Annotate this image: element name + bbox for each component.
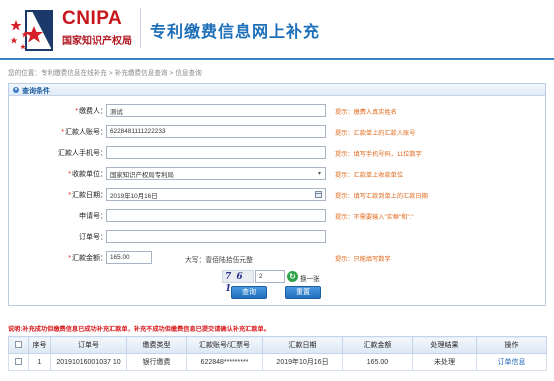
order-info-link[interactable]: 订单信息 <box>498 359 526 366</box>
receiver-row: *收款单位： 国家知识产权局专利局 ▾ 提示：汇款单上收款单位 <box>9 166 545 182</box>
payer-hint: 提示：缴费人真实姓名 <box>335 109 397 116</box>
captcha-image[interactable]: 7 6 1 <box>222 270 254 294</box>
row-checkbox[interactable] <box>15 358 22 366</box>
refresh-captcha-link[interactable]: 换一张 <box>300 273 320 283</box>
cell-type: 银行缴费 <box>126 353 187 371</box>
date-value: 2019年10月16日 <box>110 193 158 200</box>
column-header: 序号 <box>28 336 51 354</box>
payer-input[interactable]: 测试 <box>106 104 326 117</box>
amount-in-words: 大写：壹佰陆拾伍元整 <box>185 257 253 264</box>
date-label: *汇款日期： <box>68 192 107 199</box>
account-hint: 提示：汇款单上的汇款人账号 <box>335 130 416 137</box>
cnipa-logo-icon <box>10 10 53 51</box>
site-title: 专利缴费信息网上补充 <box>150 24 321 41</box>
payer-row: *缴费人： 测试 提示：缴费人真实姓名 <box>9 103 545 119</box>
application-no-row: 申请号： 提示：不需要输入"实框"和"." <box>9 208 545 224</box>
date-hint: 提示：填写汇款到单上的汇款日期 <box>335 193 428 200</box>
notice-text: 说明:补充成功但缴费信息已成功补充汇款单，补充不成功但缴费信息已提交请确认补充汇… <box>8 326 270 333</box>
application-no-input[interactable] <box>106 209 326 222</box>
account-input[interactable]: 6228481111222233 <box>106 125 326 138</box>
receiver-selected-value: 国家知识产权局专利局 <box>110 172 174 179</box>
select-all-checkbox[interactable] <box>15 341 22 349</box>
receiver-select[interactable]: 国家知识产权局专利局 ▾ <box>106 167 326 180</box>
column-header: 订单号 <box>50 336 127 354</box>
query-panel-title: 查询条件 <box>22 88 50 95</box>
application-no-hint: 提示：不需要输入"实框"和"." <box>335 214 414 221</box>
account-row: *汇款人账号： 6228481111222233 提示：汇款单上的汇款人账号 <box>9 124 545 140</box>
cell-amount: 165.00 <box>342 353 413 371</box>
select-all-cell <box>8 336 29 354</box>
cell-status: 未处理 <box>412 353 477 371</box>
order-no-row: 订单号： <box>9 229 545 245</box>
breadcrumb-item[interactable]: 补充缴费信息查询 <box>115 70 168 77</box>
account-label: *汇款人账号： <box>61 129 107 136</box>
query-panel-header: 查询条件 <box>9 84 545 96</box>
refresh-icon[interactable]: ↻ <box>287 271 298 282</box>
amount-label: *汇款金额： <box>68 255 107 262</box>
header-divider <box>140 8 141 48</box>
application-no-label: 申请号： <box>79 213 107 220</box>
phone-label: 汇款人手机号： <box>58 150 107 157</box>
amount-hint: 提示：只能填写数字 <box>335 256 391 263</box>
logo-text-en: CNIPA <box>62 8 123 29</box>
amount-input[interactable]: 165.00 <box>106 251 152 264</box>
table-header-row: 序号 订单号 缴费类型 汇款账号/汇票号 汇款日期 汇款金额 处理结果 操作 <box>8 336 547 354</box>
receiver-hint: 提示：汇款单上收款单位 <box>335 172 404 179</box>
results-table: 序号 订单号 缴费类型 汇款账号/汇票号 汇款日期 汇款金额 处理结果 操作 1… <box>8 336 547 371</box>
payer-label: *缴费人： <box>75 108 107 115</box>
page-header: CNIPA 国家知识产权局 专利缴费信息网上补充 <box>0 0 554 58</box>
cell-action: 订单信息 <box>476 353 547 371</box>
breadcrumb-separator: > <box>169 70 174 77</box>
header-underline <box>0 58 554 60</box>
column-header: 汇款金额 <box>342 336 413 354</box>
date-row: *汇款日期： 2019年10月16日 提示：填写汇款到单上的汇款日期 <box>9 187 545 203</box>
column-header: 缴费类型 <box>126 336 187 354</box>
amount-row: *汇款金额： 165.00 大写：壹佰陆拾伍元整 提示：只能填写数字 <box>9 250 545 266</box>
cell-account: 622848********* <box>186 353 263 371</box>
table-row: 1 20191016001037 10 银行缴费 622848*********… <box>8 353 547 371</box>
order-no-label: 订单号： <box>79 234 107 241</box>
reset-button[interactable]: 重置 <box>285 286 321 299</box>
column-header: 处理结果 <box>412 336 477 354</box>
calendar-icon[interactable] <box>315 191 322 198</box>
phone-row: 汇款人手机号： 提示：填写手机号码，11位数字 <box>9 145 545 161</box>
breadcrumb-item-current: 信息查询 <box>175 70 202 77</box>
breadcrumb: 您的位置：专利缴费信息在线补充 > 补充缴费信息查询 > 信息查询 <box>8 67 202 77</box>
order-no-input[interactable] <box>106 230 326 243</box>
phone-hint: 提示：填写手机号码，11位数字 <box>335 151 422 158</box>
column-header: 汇款账号/汇票号 <box>186 336 263 354</box>
phone-input[interactable] <box>106 146 326 159</box>
info-icon <box>13 87 19 93</box>
column-header: 汇款日期 <box>262 336 343 354</box>
receiver-label: *收款单位： <box>68 171 107 178</box>
captcha-input[interactable]: 2 <box>255 270 285 283</box>
chevron-down-icon: ▾ <box>317 171 321 177</box>
row-select-cell <box>8 353 29 371</box>
query-button[interactable]: 查询 <box>231 286 267 299</box>
cell-order-no: 20191016001037 10 <box>50 353 127 371</box>
date-input[interactable]: 2019年10月16日 <box>106 188 326 201</box>
breadcrumb-separator: > <box>108 70 113 77</box>
column-header: 操作 <box>476 336 547 354</box>
logo-text-cn: 国家知识产权局 <box>62 36 132 47</box>
breadcrumb-item[interactable]: 专利缴费信息在线补充 <box>41 70 107 77</box>
cell-index: 1 <box>28 353 51 371</box>
breadcrumb-prefix: 您的位置： <box>8 70 41 77</box>
cell-date: 2019年10月16日 <box>262 353 343 371</box>
